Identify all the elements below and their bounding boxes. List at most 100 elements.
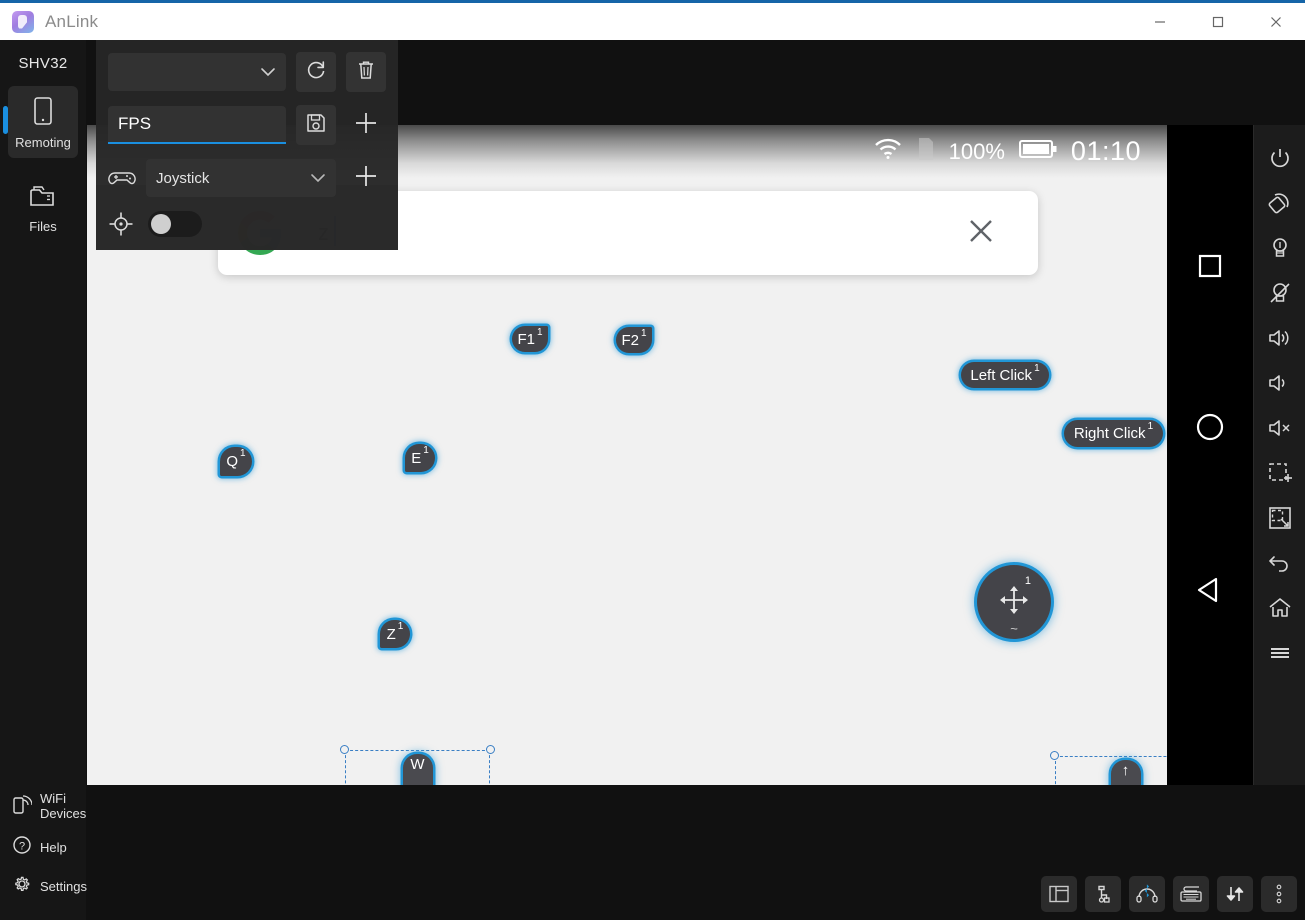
bulb-off-icon[interactable] <box>1258 270 1302 315</box>
nav-home-button[interactable] <box>1192 409 1228 450</box>
key-badge-count: 1 <box>423 445 429 456</box>
transfer-arrows-icon[interactable] <box>1217 876 1253 912</box>
key-badge-count: 1 <box>1148 421 1154 432</box>
sidebar-item-files[interactable]: Files <box>8 172 78 242</box>
battery-percent: 100% <box>949 139 1005 165</box>
plus-icon <box>352 109 380 142</box>
volume-mute-icon[interactable] <box>1258 405 1302 450</box>
dpad-label-up: ↑ <box>1055 762 1167 779</box>
key-badge-count: 1 <box>537 327 543 338</box>
key-badge-count: 1 <box>240 448 246 459</box>
hamburger-icon[interactable] <box>1258 630 1302 675</box>
key-badge-label: E <box>411 450 421 467</box>
profile-row <box>108 52 386 92</box>
add-control-button[interactable] <box>346 158 386 198</box>
control-type-select[interactable]: Joystick <box>146 159 336 197</box>
gear-icon <box>12 874 32 899</box>
add-profile-button[interactable] <box>346 105 386 145</box>
key-badge-label: Q <box>226 453 238 470</box>
key-badge[interactable]: Right Click1 <box>1064 420 1163 447</box>
key-badge-label: F1 <box>517 331 535 348</box>
anlink-window: AnLink SHV32 Remoting Files <box>0 0 1305 920</box>
maximize-button[interactable] <box>1189 2 1247 42</box>
nav-recents-button[interactable] <box>1194 250 1226 287</box>
resize-handle[interactable] <box>340 745 349 754</box>
sidebar-item-settings[interactable]: Settings <box>0 867 86 906</box>
key-badge-label: F2 <box>621 332 639 349</box>
sidebar-item-label: Files <box>29 219 56 234</box>
undo-icon[interactable] <box>1258 540 1302 585</box>
anlink-logo-icon <box>12 11 34 33</box>
volume-up-icon[interactable] <box>1258 315 1302 360</box>
crosshair-icon <box>108 211 134 237</box>
bluetooth-headset-icon[interactable] <box>1129 876 1165 912</box>
resize-handle[interactable] <box>486 745 495 754</box>
right-tool-rail <box>1253 125 1305 785</box>
bulb-on-icon[interactable] <box>1258 225 1302 270</box>
aim-assist-toggle[interactable] <box>148 211 202 237</box>
refresh-button[interactable] <box>296 52 336 92</box>
wasd-dpad[interactable]: WADS <box>345 750 490 785</box>
profile-select[interactable] <box>108 53 286 91</box>
key-mapping-config-panel: FPS Joystick <box>96 40 398 250</box>
title-bar: AnLink <box>0 0 1305 40</box>
close-button[interactable] <box>1247 2 1305 42</box>
gamepad-icon <box>108 168 136 188</box>
keyboard-icon[interactable] <box>1173 876 1209 912</box>
move-arrows-icon <box>997 583 1031 622</box>
control-type-value: Joystick <box>156 170 209 187</box>
device-name: SHV32 <box>0 40 86 72</box>
sidebar-item-help[interactable]: ? Help <box>0 828 86 867</box>
sidebar-item-wifi-devices[interactable]: WiFi Devices <box>0 784 86 828</box>
key-badge-label: Left Click <box>970 367 1032 384</box>
sidebar-item-label: Remoting <box>15 135 71 150</box>
chevron-down-icon <box>310 170 326 187</box>
panel-layout-icon[interactable] <box>1041 876 1077 912</box>
key-badge-count: 1 <box>1034 363 1040 374</box>
app-title: AnLink <box>45 12 98 32</box>
refresh-icon <box>305 59 327 86</box>
save-button[interactable] <box>296 105 336 145</box>
status-clock: 01:10 <box>1071 136 1141 167</box>
sidebar-item-remoting[interactable]: Remoting <box>8 86 78 158</box>
bottom-toolbar <box>1041 876 1297 912</box>
trash-icon <box>356 59 376 86</box>
key-badge[interactable]: Z1 <box>380 620 410 648</box>
more-vertical-icon[interactable] <box>1261 876 1297 912</box>
svg-text:?: ? <box>19 841 25 853</box>
phone-icon <box>30 96 56 131</box>
delete-button[interactable] <box>346 52 386 92</box>
window-controls <box>1131 2 1305 42</box>
sidebar-item-label: Settings <box>40 879 87 894</box>
usb-icon[interactable] <box>1085 876 1121 912</box>
sidebar-item-label: Help <box>40 840 67 855</box>
key-badge-count: 1 <box>641 328 647 339</box>
minimize-button[interactable] <box>1131 2 1189 42</box>
key-badge-label: Right Click <box>1074 425 1146 442</box>
screen-record-icon[interactable] <box>1258 495 1302 540</box>
battery-full-icon <box>1018 138 1058 165</box>
resize-handle[interactable] <box>1050 751 1059 760</box>
key-badge[interactable]: Q1 <box>220 447 252 476</box>
wifi-device-icon <box>12 793 32 820</box>
key-badge[interactable]: F21 <box>616 327 652 353</box>
key-badge[interactable]: Left Click1 <box>961 362 1049 388</box>
joystick-move-button[interactable]: 1 ~ <box>977 565 1051 639</box>
arrows-dpad[interactable]: ↑←→↓ <box>1055 756 1167 785</box>
left-sidebar: SHV32 Remoting Files WiFi Devices ? <box>0 40 86 920</box>
nav-back-button[interactable] <box>1190 570 1230 615</box>
volume-down-icon[interactable] <box>1258 360 1302 405</box>
screenshot-icon[interactable] <box>1258 450 1302 495</box>
floppy-save-icon <box>305 112 327 139</box>
close-icon[interactable] <box>966 216 996 251</box>
profile-name-input[interactable]: FPS <box>108 106 286 144</box>
home-icon[interactable] <box>1258 585 1302 630</box>
sidebar-bottom-group: WiFi Devices ? Help Settings <box>0 784 86 906</box>
rotate-icon[interactable] <box>1258 180 1302 225</box>
profile-name-value: FPS <box>118 114 151 134</box>
power-icon[interactable] <box>1258 135 1302 180</box>
key-badge[interactable]: E1 <box>405 444 435 472</box>
dpad-label-up: W <box>345 756 490 773</box>
key-badge[interactable]: F11 <box>512 326 548 352</box>
wifi-icon <box>873 137 903 166</box>
